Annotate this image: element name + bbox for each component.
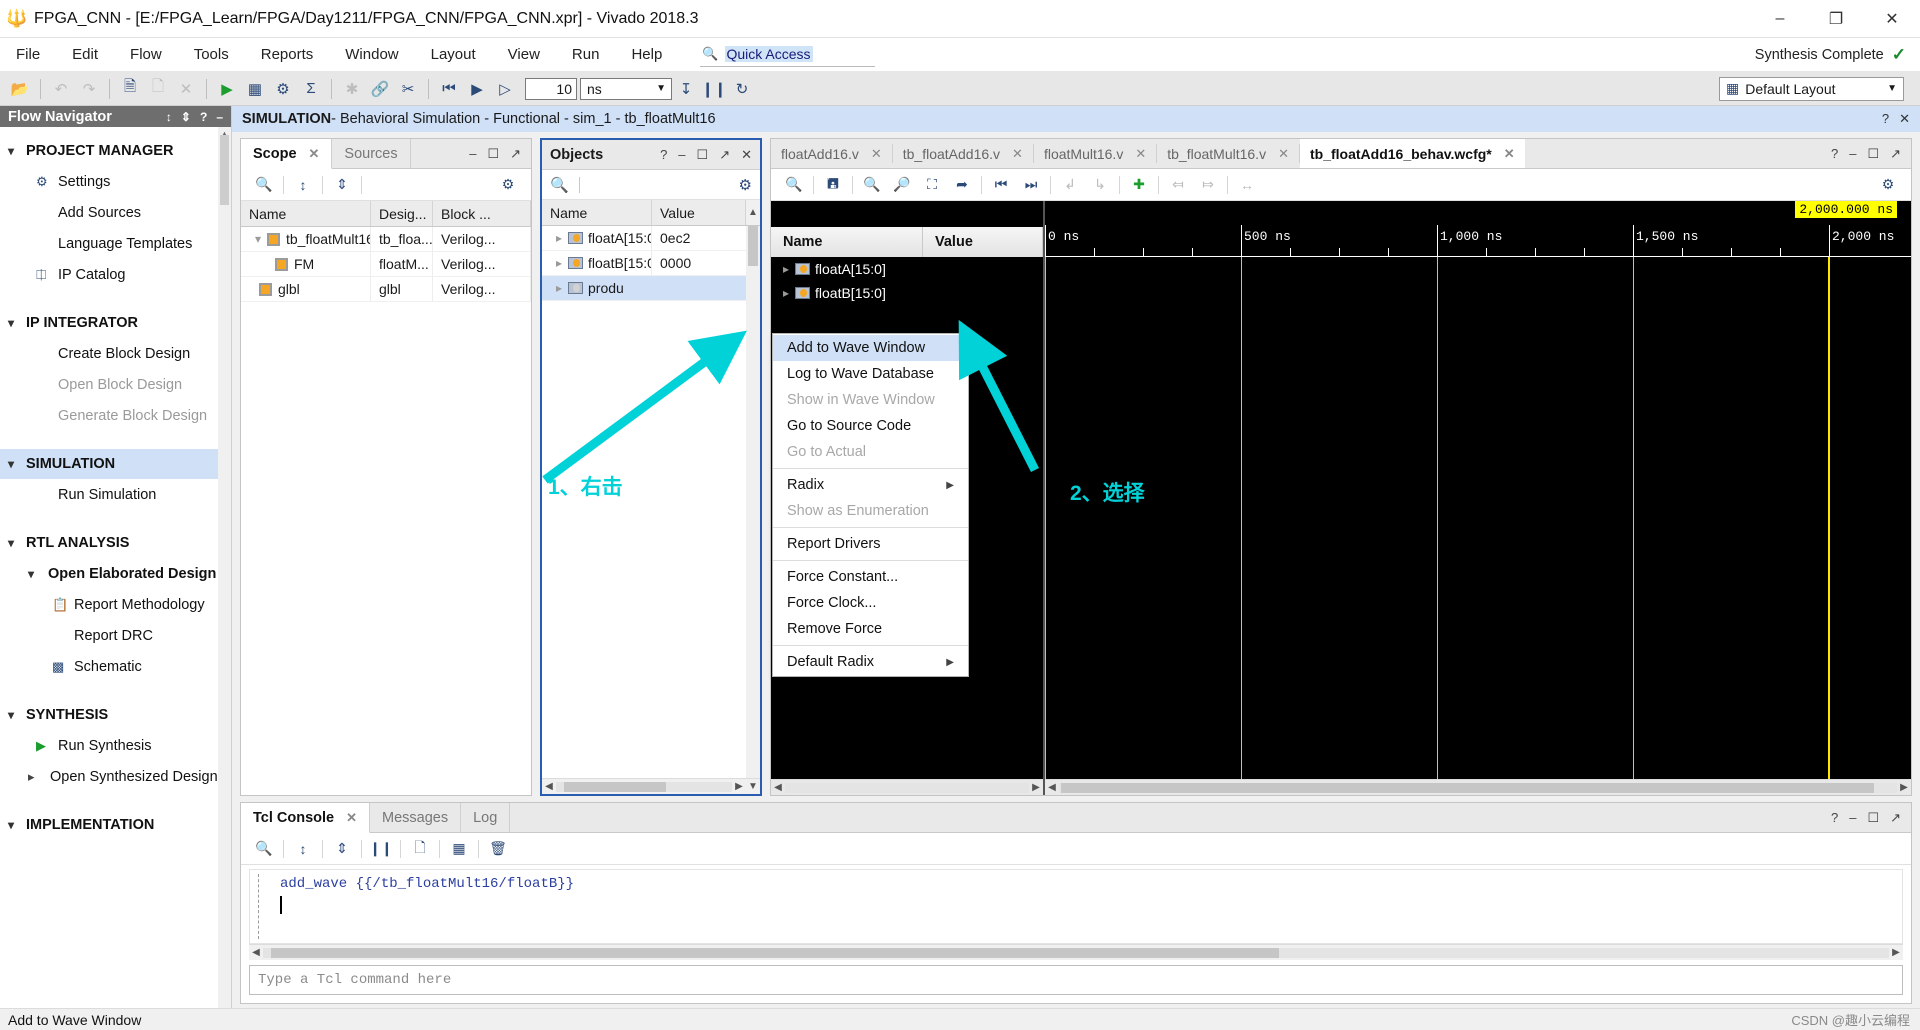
annotation-arrows bbox=[542, 319, 1040, 484]
annotation-arrow-2 bbox=[958, 319, 1040, 473]
annotation-label-2: 2、选择 bbox=[1070, 482, 1145, 505]
annotation-label-1: 1、右击 bbox=[548, 476, 623, 499]
annotation-arrow-1 bbox=[542, 330, 747, 484]
